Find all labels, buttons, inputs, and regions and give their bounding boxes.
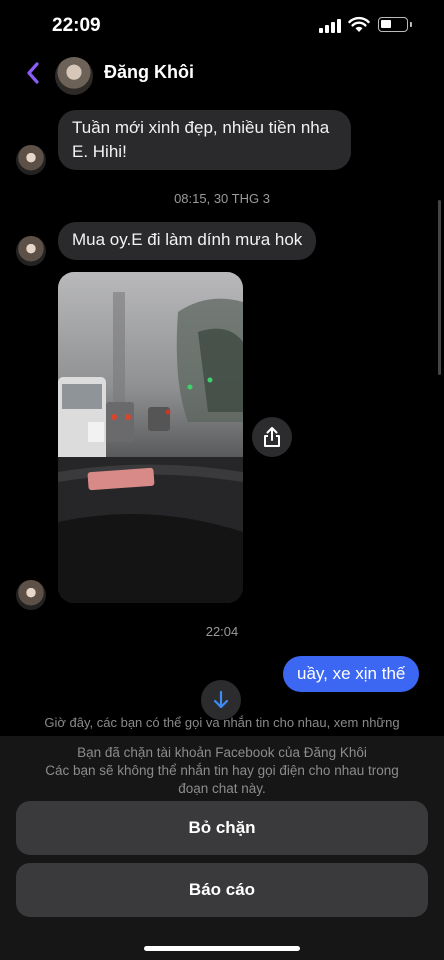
chat-header: Đăng Khôi xyxy=(0,52,444,96)
blocked-notice: Bạn đã chặn tài khoản Facebook của Đăng … xyxy=(30,744,414,798)
cellular-signal-icon xyxy=(319,19,341,33)
scrollbar[interactable] xyxy=(438,200,441,375)
avatar xyxy=(16,236,46,266)
photo-message[interactable] xyxy=(58,272,243,603)
status-time: 22:09 xyxy=(52,15,101,36)
back-button[interactable] xyxy=(18,58,48,88)
status-bar: 22:09 xyxy=(0,0,444,52)
report-button[interactable]: Báo cáo xyxy=(16,863,428,917)
contact-name[interactable]: Đăng Khôi xyxy=(104,62,194,83)
message-bubble-incoming[interactable]: Mua oy.E đi làm dính mưa hok xyxy=(58,222,317,260)
share-button[interactable] xyxy=(252,417,292,457)
message-bubble-incoming[interactable]: Tuần mới xinh đẹp, nhiều tiền nha E. Hih… xyxy=(58,110,351,170)
arrow-down-icon xyxy=(213,690,229,709)
avatar xyxy=(16,145,46,175)
message-timestamp: 08:15, 30 THG 3 xyxy=(174,191,270,206)
home-indicator[interactable] xyxy=(144,946,300,951)
wifi-icon xyxy=(348,16,370,32)
battery-icon xyxy=(378,17,408,32)
avatar xyxy=(16,580,46,610)
share-icon xyxy=(264,427,280,447)
rainy-car-photo xyxy=(58,272,243,603)
blocked-notice-description: Các bạn sẽ không thể nhắn tin hay gọi đi… xyxy=(45,763,399,796)
message-timestamp: 22:04 xyxy=(205,624,239,639)
unblock-button[interactable]: Bỏ chặn xyxy=(16,801,428,855)
scroll-down-button[interactable] xyxy=(201,680,241,720)
blocked-notice-title: Bạn đã chặn tài khoản Facebook của Đăng … xyxy=(77,745,367,760)
chevron-left-icon xyxy=(27,62,39,84)
message-bubble-outgoing[interactable]: uầy, xe xịn thế xyxy=(283,656,420,692)
contact-avatar[interactable] xyxy=(55,57,93,95)
